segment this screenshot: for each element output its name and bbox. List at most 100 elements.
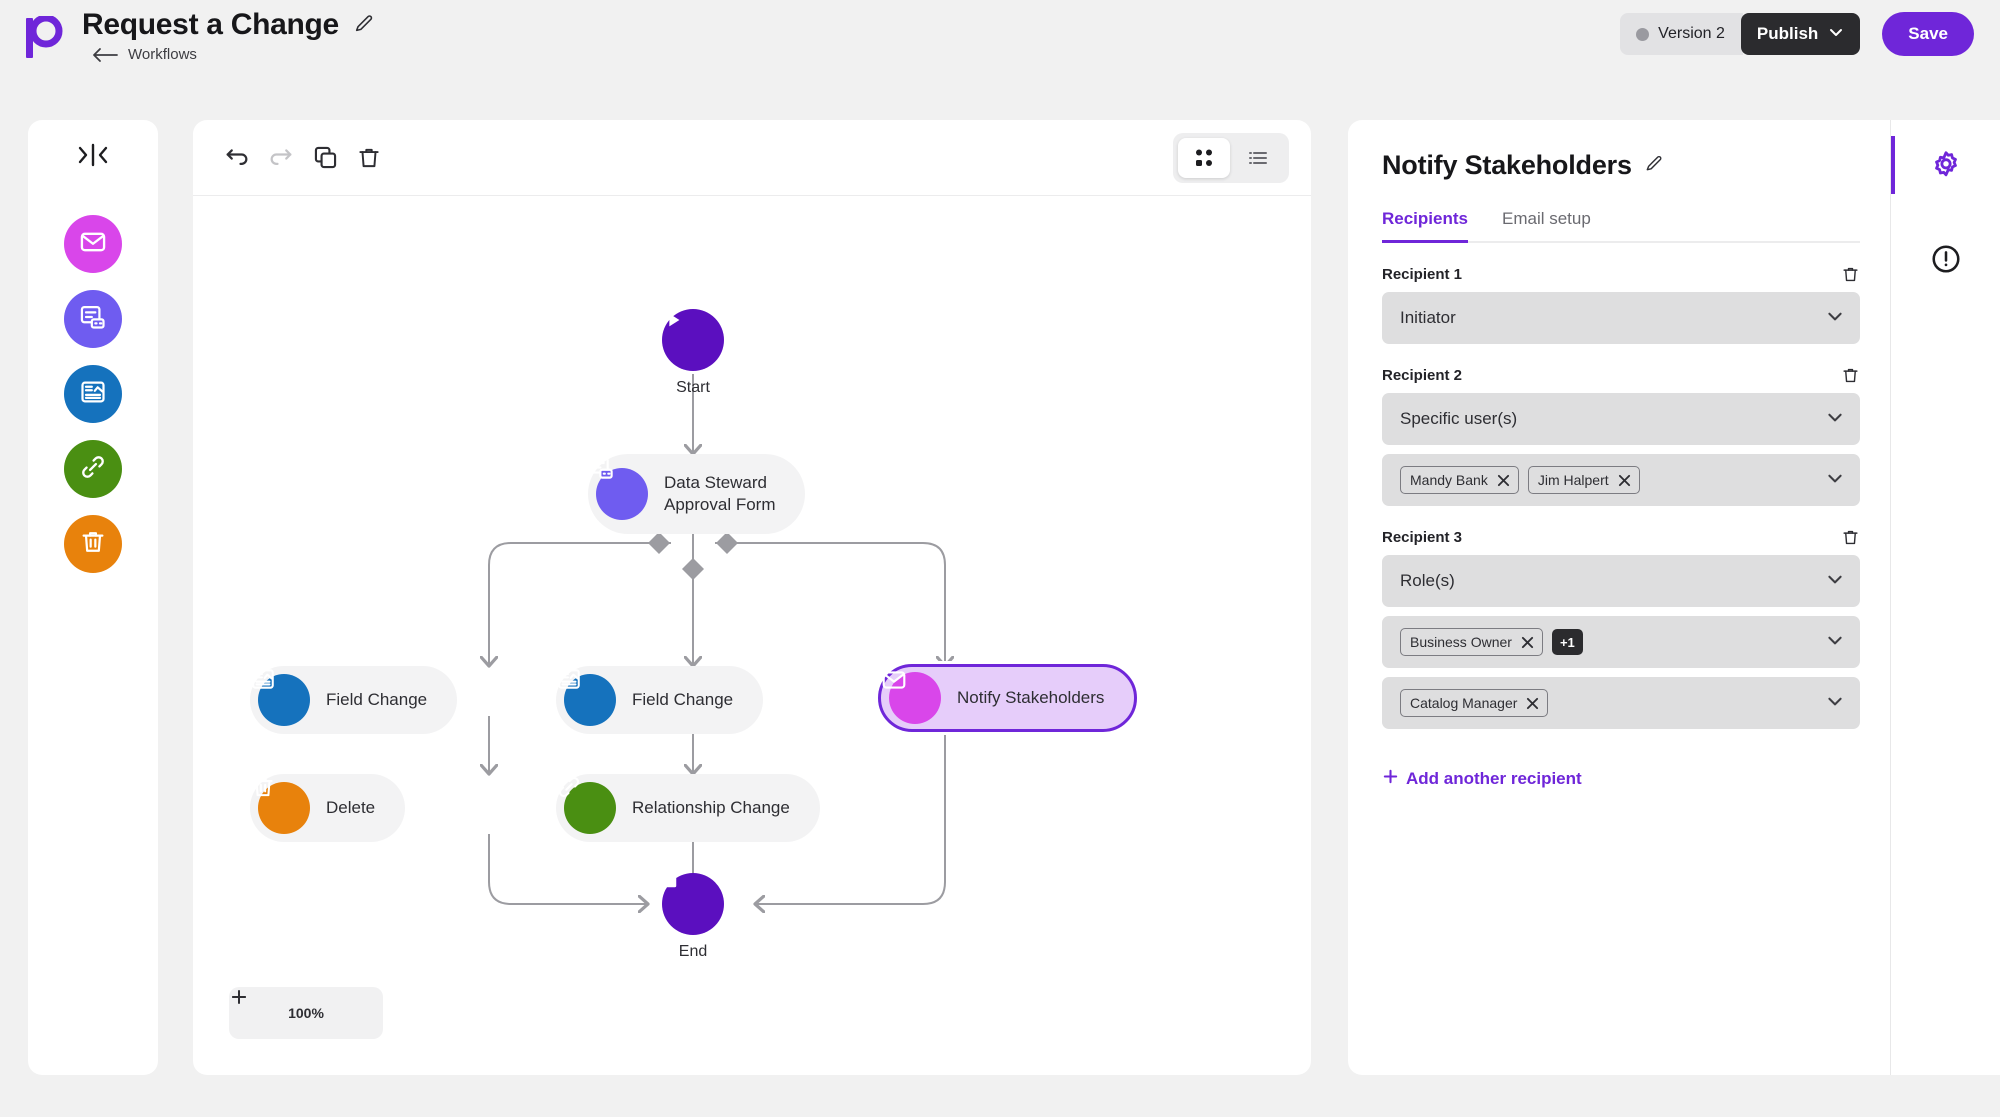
palette-item-relationship-change[interactable] — [64, 440, 122, 498]
envelope-icon — [882, 671, 941, 724]
active-tool-indicator — [1891, 136, 1895, 194]
palette-items — [28, 215, 158, 590]
save-button[interactable]: Save — [1882, 12, 1974, 56]
workflow-diagram: Start Data Steward Approval Form Field C… — [193, 196, 1311, 1075]
settings-tool-button[interactable] — [1891, 136, 2000, 198]
recipient-roles-select-3b[interactable]: Catalog Manager — [1382, 677, 1860, 729]
close-icon[interactable] — [1521, 636, 1534, 649]
chip-label: Mandy Bank — [1410, 472, 1488, 488]
end-node[interactable] — [662, 873, 724, 935]
node-delete[interactable]: Delete — [250, 774, 406, 842]
palette-item-approval-form[interactable] — [64, 290, 122, 348]
node-label: Field Change — [632, 689, 734, 709]
plus-icon[interactable] — [232, 990, 369, 1030]
undo-icon[interactable] — [215, 136, 259, 180]
title-block: Request a Change Workflows — [82, 8, 375, 63]
recipient-group-2: Recipient 2 Specific user(s) Mandy Bank — [1382, 366, 1860, 506]
arrow-left-icon — [92, 47, 118, 63]
node-notify-stakeholders[interactable]: Notify Stakeholders — [878, 664, 1138, 732]
delete-icon[interactable] — [347, 136, 391, 180]
panel-tabs: Recipients Email setup — [1382, 209, 1860, 243]
chevron-down-icon — [1826, 408, 1844, 431]
delete-recipient-icon[interactable] — [1841, 265, 1860, 284]
tab-email-setup[interactable]: Email setup — [1502, 209, 1591, 241]
recipient-type-select-2[interactable]: Specific user(s) — [1382, 393, 1860, 445]
left-node-palette — [28, 120, 158, 1075]
workflow-editor-app: Request a Change Workflows Version 2 Pub… — [0, 0, 2000, 1117]
link-icon — [79, 453, 107, 486]
issues-tool-button[interactable] — [1891, 230, 2000, 292]
breadcrumb[interactable]: Workflows — [82, 46, 375, 63]
recipient-group-3: Recipient 3 Role(s) Business Owner +1 Ca… — [1382, 528, 1860, 729]
tab-recipients[interactable]: Recipients — [1382, 209, 1468, 243]
start-node[interactable] — [662, 309, 724, 371]
close-icon[interactable] — [1497, 474, 1510, 487]
form-icon — [589, 456, 648, 520]
page-title: Request a Change — [82, 8, 339, 41]
chevron-down-icon — [1828, 24, 1844, 45]
redo-icon[interactable] — [259, 136, 303, 180]
recipient-type-select-1[interactable]: Initiator — [1382, 292, 1860, 344]
node-field-change-2[interactable]: Field Change — [556, 666, 764, 734]
chevron-down-icon — [1826, 692, 1844, 715]
close-icon[interactable] — [1618, 474, 1631, 487]
workflow-canvas-card: Start Data Steward Approval Form Field C… — [193, 120, 1311, 1075]
gear-icon — [1930, 149, 1962, 186]
document-image-icon — [252, 669, 310, 726]
recipient-type-value: Role(s) — [1400, 571, 1455, 590]
publish-label: Publish — [1756, 24, 1819, 43]
version-status-dot — [1636, 27, 1650, 41]
delete-recipient-icon[interactable] — [1841, 528, 1860, 547]
pencil-icon[interactable] — [1644, 153, 1664, 178]
logo-p-mark[interactable] — [24, 14, 64, 60]
recipient-type-select-3[interactable]: Role(s) — [1382, 555, 1860, 607]
recipient-roles-select-3a[interactable]: Business Owner +1 — [1382, 616, 1860, 668]
chip-list: Business Owner +1 — [1400, 628, 1826, 656]
node-label: Relationship Change — [632, 797, 790, 817]
chevron-down-icon — [1826, 570, 1844, 593]
close-icon[interactable] — [1526, 697, 1539, 710]
delete-recipient-icon[interactable] — [1841, 366, 1860, 385]
version-badge: Version 2 — [1620, 13, 1743, 55]
breadcrumb-label: Workflows — [128, 46, 197, 63]
node-label: Field Change — [326, 689, 428, 709]
recipient-type-value: Specific user(s) — [1400, 409, 1518, 428]
version-label: Version 2 — [1658, 25, 1725, 42]
node-label: Data Steward Approval Form — [664, 472, 776, 514]
recipient-header: Recipient 1 — [1382, 265, 1860, 284]
list-view-icon[interactable] — [1232, 138, 1284, 178]
chip-list: Mandy Bank Jim Halpert — [1400, 466, 1826, 494]
recipient-group-1: Recipient 1 Initiator — [1382, 265, 1860, 344]
form-icon — [79, 303, 107, 336]
palette-item-field-change[interactable] — [64, 365, 122, 423]
collapse-panel-icon[interactable] — [28, 142, 158, 168]
alert-circle-icon — [1930, 243, 1962, 280]
recipient-label: Recipient 1 — [1382, 266, 1463, 283]
plus-icon — [1382, 768, 1399, 790]
recipient-label: Recipient 3 — [1382, 529, 1463, 546]
chevron-down-icon — [1826, 631, 1844, 654]
publish-button[interactable]: Publish — [1740, 13, 1861, 55]
zoom-level: 100% — [288, 1005, 324, 1021]
chip-mandy-bank: Mandy Bank — [1400, 466, 1519, 494]
palette-item-notify-stakeholders[interactable] — [64, 215, 122, 273]
view-mode-toggle — [1173, 132, 1289, 183]
start-node-label: Start — [676, 379, 710, 396]
add-recipient-button[interactable]: Add another recipient — [1382, 768, 1582, 790]
branch-handle-left — [648, 532, 670, 554]
node-field-change-1[interactable]: Field Change — [250, 666, 458, 734]
zoom-control: 100% — [229, 987, 383, 1039]
copy-icon[interactable] — [303, 136, 347, 180]
branch-handle-right — [716, 532, 738, 554]
node-data-steward-approval-form[interactable]: Data Steward Approval Form — [588, 454, 806, 534]
chip-business-owner: Business Owner — [1400, 628, 1543, 656]
link-icon — [558, 776, 616, 834]
node-relationship-change[interactable]: Relationship Change — [556, 774, 820, 842]
node-config-panel: Notify Stakeholders Recipients Email set… — [1348, 120, 1890, 1075]
palette-item-delete[interactable] — [64, 515, 122, 573]
chip-overflow-count[interactable]: +1 — [1551, 629, 1583, 655]
chip-jim-halpert: Jim Halpert — [1527, 466, 1640, 494]
recipient-users-select-2[interactable]: Mandy Bank Jim Halpert — [1382, 454, 1860, 506]
pencil-icon[interactable] — [353, 12, 375, 39]
grid-view-icon[interactable] — [1178, 137, 1230, 178]
